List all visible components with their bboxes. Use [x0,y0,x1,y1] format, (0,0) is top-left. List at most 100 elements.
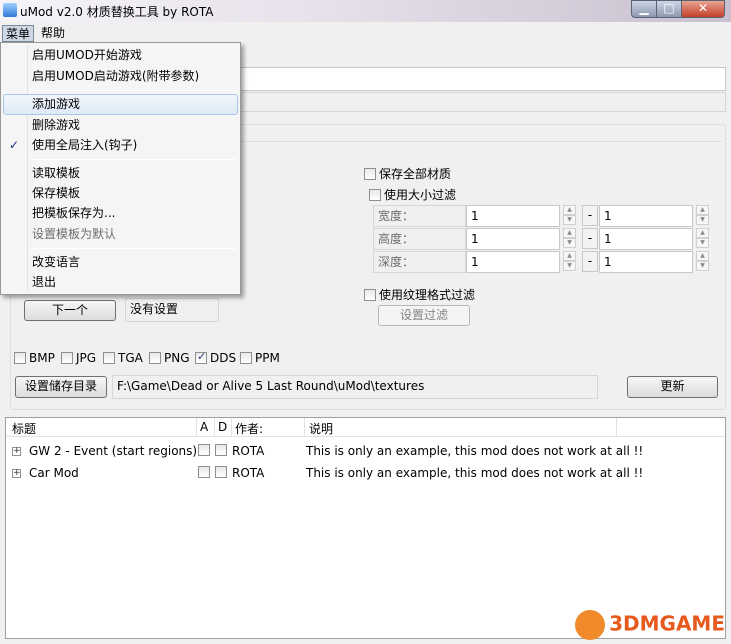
depth-max-spinner[interactable]: ▲ ▼ [696,251,709,272]
list-header: 标题 A D 作者: 说明 [6,418,725,437]
menu-separator [30,248,236,249]
mod-description: This is only an example, this mod does n… [306,466,644,480]
mod-list[interactable]: 标题 A D 作者: 说明 + GW 2 - Event (start regi… [5,417,726,639]
height-max-spinner[interactable]: ▲ ▼ [696,228,709,249]
window-title: uMod v2.0 材质替换工具 by ROTA [20,5,214,19]
format-checkbox-jpg[interactable]: JPG [61,351,96,365]
format-checkbox-tga[interactable]: TGA [103,351,143,365]
save-all-textures-checkbox[interactable]: 保存全部材质 [364,165,451,182]
header-separator[interactable] [214,418,215,437]
header-author[interactable]: 作者: [235,420,263,437]
header-title[interactable]: 标题 [12,420,36,437]
spin-up-icon[interactable]: ▲ [696,228,709,238]
height-label: 高度： [373,228,466,250]
menu-item-set-default-template: 设置模板为默认 [32,227,117,241]
delete-checkbox[interactable] [215,444,227,456]
checkbox-box[interactable] [369,188,381,201]
menu-item-delete-game[interactable]: 删除游戏 [3,115,238,136]
depth-label: 深度： [373,251,466,273]
mod-author: ROTA [232,444,265,458]
title-bar[interactable]: uMod v2.0 材质替换工具 by ROTA ▁ □ ✕ [0,0,731,22]
spin-up-icon[interactable]: ▲ [563,205,576,215]
set-save-dir-button[interactable]: 设置储存目录 [15,376,107,398]
close-button[interactable]: ✕ [682,0,725,18]
spin-down-icon[interactable]: ▼ [696,261,709,271]
header-a[interactable]: A [200,420,208,434]
checkmark-icon: ✓ [9,138,20,152]
format-checkbox-png[interactable]: PNG [149,351,190,365]
header-separator[interactable] [196,418,197,437]
spin-down-icon[interactable]: ▼ [696,238,709,248]
checkbox-box[interactable] [364,288,376,301]
menu-separator [30,90,236,91]
menu-main[interactable]: 菜单 [2,25,35,42]
checkbox-label: 使用纹理格式过滤 [379,288,476,302]
expand-icon[interactable]: + [12,469,21,478]
depth-min-spinner[interactable]: ▲ ▼ [563,251,576,272]
status-field [240,92,726,112]
menu-item-add-game[interactable]: 添加游戏 [3,94,238,115]
width-max-spinner[interactable]: ▲ ▼ [696,205,709,226]
active-checkbox[interactable] [198,466,210,478]
set-filter-button[interactable]: 设置过滤 [378,305,470,326]
spin-down-icon[interactable]: ▼ [563,238,576,248]
next-button[interactable]: 下一个 [24,300,116,321]
menu-item-change-language[interactable]: 改变语言 [3,252,238,273]
height-min-input[interactable]: 1 [466,228,560,250]
delete-checkbox[interactable] [215,466,227,478]
spin-up-icon[interactable]: ▲ [563,251,576,261]
menu-item-load-template[interactable]: 读取模板 [3,163,238,184]
menu-item-exit[interactable]: 退出 [3,272,238,293]
active-checkbox[interactable] [198,444,210,456]
mod-description: This is only an example, this mod does n… [306,444,644,458]
format-checkbox-ppm[interactable]: PPM [240,351,280,365]
checkbox-box[interactable] [14,352,26,364]
table-row[interactable]: + Car Mod ROTA This is only an example, … [6,463,725,483]
format-checkbox-bmp[interactable]: BMP [14,351,55,365]
checkbox-box[interactable] [240,352,252,364]
width-min-spinner[interactable]: ▲ ▼ [563,205,576,226]
header-separator[interactable] [231,418,232,437]
spin-up-icon[interactable]: ▲ [696,251,709,261]
menu-help[interactable]: 帮助 [38,25,68,42]
checkbox-box[interactable] [61,352,73,364]
format-checkbox-dds[interactable]: DDS [195,350,236,365]
minimize-button[interactable]: ▁ [631,0,657,18]
height-min-spinner[interactable]: ▲ ▼ [563,228,576,249]
range-dash: - [582,251,598,272]
menu-item-save-template-as[interactable]: 把模板保存为... [3,203,238,224]
spin-down-icon[interactable]: ▼ [563,215,576,225]
depth-min-input[interactable]: 1 [466,251,560,273]
size-filter-checkbox[interactable]: 使用大小过滤 [369,186,456,203]
header-desc[interactable]: 说明 [309,420,333,437]
checkbox-label: BMP [29,351,55,365]
menu-item-start-game-with-args[interactable]: 启用UMOD启动游戏(附带参数) [3,66,238,87]
update-button[interactable]: 更新 [627,376,718,398]
game-path-field[interactable] [240,67,726,91]
spin-down-icon[interactable]: ▼ [563,261,576,271]
mod-title: Car Mod [29,466,79,480]
table-row[interactable]: + GW 2 - Event (start regions) ROTA This… [6,441,725,461]
spin-up-icon[interactable]: ▲ [563,228,576,238]
width-min-input[interactable]: 1 [466,205,560,227]
format-filter-checkbox[interactable]: 使用纹理格式过滤 [364,286,475,303]
expand-icon[interactable]: + [12,447,21,456]
checkbox-label: TGA [118,351,143,365]
watermark: 3DMGAME [575,610,725,640]
width-max-input[interactable]: 1 [599,205,693,227]
checkbox-box[interactable] [103,352,115,364]
menu-item-save-template[interactable]: 保存模板 [3,183,238,204]
depth-max-input[interactable]: 1 [599,251,693,273]
header-d[interactable]: D [218,420,227,434]
menu-item-start-game[interactable]: 启用UMOD开始游戏 [3,45,238,66]
checkbox-box[interactable] [195,350,207,364]
menu-item-global-hook[interactable]: ✓ 使用全局注入(钩子) [3,135,238,156]
header-separator[interactable] [616,418,617,437]
maximize-button[interactable]: □ [657,0,682,18]
height-max-input[interactable]: 1 [599,228,693,250]
checkbox-box[interactable] [149,352,161,364]
spin-down-icon[interactable]: ▼ [696,215,709,225]
checkbox-box[interactable] [364,167,376,180]
header-separator[interactable] [304,418,305,437]
spin-up-icon[interactable]: ▲ [696,205,709,215]
